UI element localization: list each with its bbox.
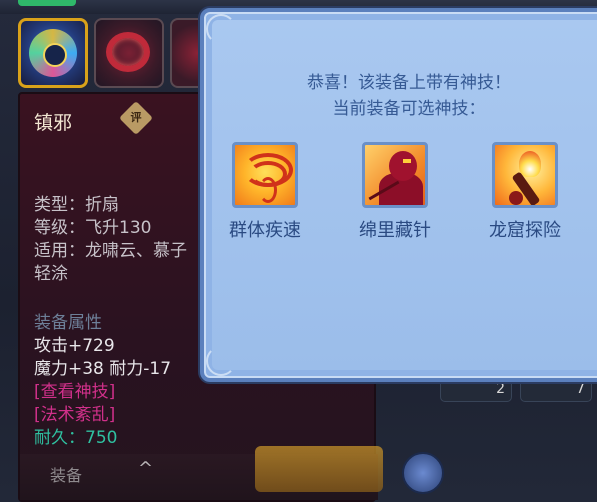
item-type: 类型：折扇 [34, 195, 119, 215]
chevron-up-icon[interactable]: ^ [138, 458, 153, 479]
skill-label: 龙窟探险 [489, 220, 561, 241]
ring-weapon-icon [106, 32, 150, 72]
spell-chaos-link[interactable]: [法术紊乱] [34, 400, 115, 425]
stat-magic-endurance: 魔力+38 耐力-17 [34, 359, 172, 379]
active-tab-indicator[interactable] [18, 0, 76, 6]
dialog-prompt-text: 当前装备可选神技： [332, 99, 486, 119]
slot-count: 7 [576, 381, 585, 397]
skill-label: 绵里藏针 [359, 220, 431, 241]
fan-core-icon [43, 43, 67, 67]
feather-pen-icon [402, 452, 444, 494]
slot-count: 2 [496, 381, 505, 397]
corner-ornament [206, 14, 236, 44]
equipment-slot-2[interactable] [94, 18, 164, 88]
durability: 耐久：750 [34, 428, 118, 448]
equipment-slot-selected[interactable] [18, 18, 88, 88]
corner-ornament [206, 346, 236, 376]
rating-seal-label: 评 [130, 111, 142, 124]
attributes-title: 装备属性 [34, 313, 102, 333]
background-action-button [255, 446, 383, 492]
dialog-congrats-text: 恭喜！该装备上带有神技！ [307, 73, 511, 93]
stat-attack: 攻击+729 [34, 336, 115, 356]
skill-option-dragon-cave[interactable]: 龙窟探险 [480, 142, 570, 242]
skill-option-hidden-needle[interactable]: 绵里藏针 [350, 142, 440, 242]
item-applicable: 适用：龙啸云、慕子 [34, 241, 187, 261]
item-name: 镇邪 [34, 112, 73, 134]
item-applicable-cont: 轻涂 [34, 264, 68, 284]
hidden-needle-icon[interactable] [362, 142, 428, 208]
whirlwind-icon[interactable] [232, 142, 298, 208]
equip-dim-label: 装备 [50, 466, 83, 485]
view-skill-link[interactable]: [查看神技] [34, 377, 115, 402]
item-level: 等级：飞升130 [34, 218, 152, 238]
skill-label: 群体疾速 [229, 220, 301, 241]
skill-option-group-haste[interactable]: 群体疾速 [220, 142, 310, 242]
divine-skill-dialog: 恭喜！该装备上带有神技！ 当前装备可选神技： 群体疾速 绵里藏针 龙窟探险 [200, 8, 597, 382]
torch-icon[interactable] [492, 142, 558, 208]
